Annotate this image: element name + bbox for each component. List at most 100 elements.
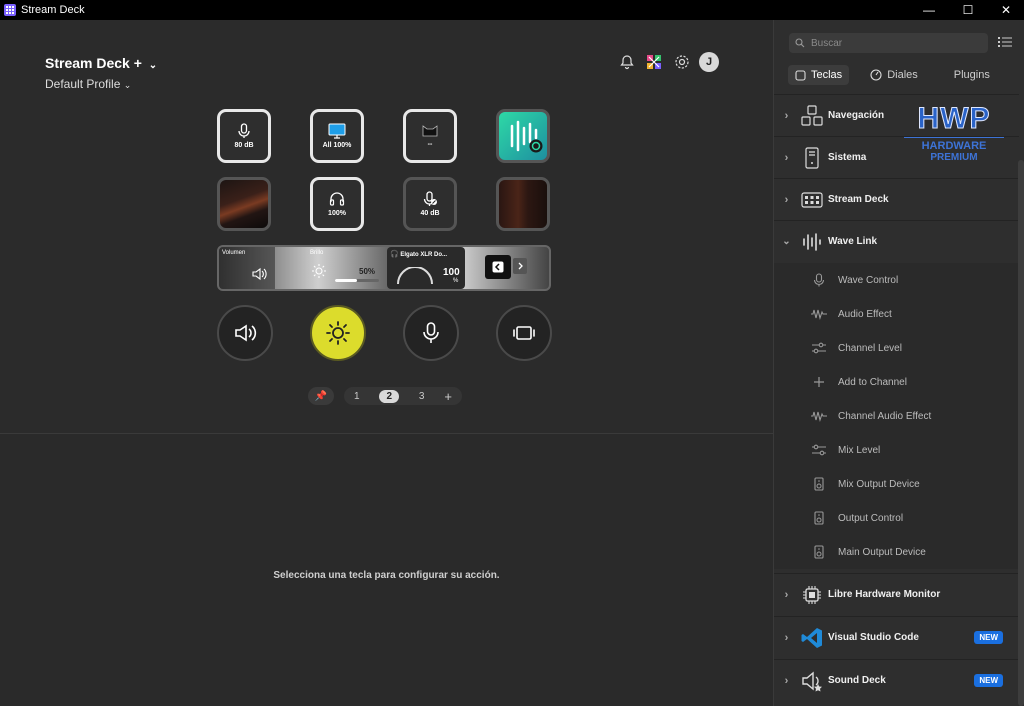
chevron-right-icon: › (784, 109, 789, 122)
key-cat[interactable]: -- (403, 109, 457, 163)
computer-icon (799, 146, 825, 169)
brightness-icon (312, 264, 326, 278)
navigation-icon (799, 104, 825, 127)
window-title: Stream Deck (21, 4, 85, 16)
action-add-to-channel[interactable]: Add to Channel (774, 365, 1019, 399)
sound-deck-icon (799, 670, 825, 692)
strip-device-value: 100 (443, 267, 460, 278)
category-label: Visual Studio Code (828, 632, 919, 643)
dial-microphone[interactable] (403, 305, 459, 361)
strip-device-segment[interactable]: 🎧 Elgato XLR Do... 100 % (387, 247, 465, 289)
chevron-right-icon: › (784, 631, 789, 644)
action-label: Wave Control (838, 274, 899, 286)
category-label: Libre Hardware Monitor (828, 589, 941, 600)
action-label: Channel Audio Effect (838, 410, 932, 422)
strip-prev-button[interactable] (485, 255, 511, 279)
action-channel-level[interactable]: Channel Level (774, 331, 1019, 365)
device-selector[interactable]: Stream Deck + ⌄ (45, 55, 157, 71)
close-button[interactable]: ✕ (988, 0, 1024, 20)
close-icon: ✕ (1000, 3, 1012, 17)
search-input[interactable]: Buscar (789, 33, 988, 53)
page-1[interactable]: 1 (354, 391, 360, 402)
headphones-icon (329, 192, 345, 206)
key-microphone-muted[interactable]: 40 dB (403, 177, 457, 231)
title-bar: Stream Deck — ☐ ✕ (0, 0, 1024, 20)
dial-screen-capture[interactable] (496, 305, 552, 361)
tab-diales[interactable]: Diales (863, 65, 925, 85)
pin-button[interactable]: 📌 (308, 387, 334, 405)
chevron-down-icon: ⌄ (123, 80, 132, 90)
category-libre-hardware-monitor[interactable]: › Libre Hardware Monitor (774, 573, 1019, 615)
brightness-icon (326, 321, 350, 345)
category-label: Sistema (828, 152, 867, 163)
gauge-icon (397, 267, 433, 285)
add-page-button[interactable]: + (444, 389, 452, 404)
strip-next-button[interactable] (513, 258, 527, 274)
user-avatar[interactable]: J (699, 52, 719, 72)
action-audio-effect[interactable]: Audio Effect (774, 297, 1019, 331)
chevron-down-icon: ⌄ (782, 236, 791, 247)
tab-label: Diales (887, 69, 918, 81)
key-monitor-brightness[interactable]: All 100% (310, 109, 364, 163)
strip-brightness-segment[interactable]: Brillo 50% (307, 247, 385, 289)
minimize-button[interactable]: — (911, 0, 947, 20)
page-2[interactable]: 2 (379, 389, 399, 403)
profile-name: Default Profile (45, 77, 121, 91)
key-image-photo[interactable] (217, 177, 271, 231)
settings-icon[interactable] (672, 52, 692, 72)
key-wave-link[interactable] (496, 109, 550, 163)
tab-plugins[interactable]: Plugins (947, 65, 997, 85)
action-label: Channel Level (838, 342, 902, 354)
sliders-icon (810, 342, 828, 354)
speaker-icon (252, 267, 267, 281)
touch-strip[interactable]: Volumen Brillo 50% 🎧 Elgato XLR Do... 10… (217, 245, 551, 291)
page-3[interactable]: 3 (419, 391, 425, 402)
dial-brightness[interactable] (310, 305, 366, 361)
action-label: Audio Effect (838, 308, 892, 320)
watermark-line3: PREMIUM (930, 152, 978, 163)
search-icon (795, 38, 805, 48)
strip-brightness-value: 50% (359, 267, 376, 276)
empty-property-hint: Selecciona una tecla para configurar su … (273, 570, 500, 581)
bell-icon[interactable] (617, 52, 637, 72)
action-mix-output-device[interactable]: Mix Output Device (774, 467, 1019, 501)
key-label: 80 dB (234, 142, 254, 149)
monitor-icon (328, 123, 346, 139)
key-image-photo[interactable] (496, 177, 550, 231)
category-wave-link[interactable]: ⌄ Wave Link (774, 220, 1019, 262)
category-sound-deck[interactable]: › Sound Deck NEW (774, 659, 1019, 701)
waveform-icon (810, 308, 828, 320)
sidebar-scrollbar[interactable] (1018, 160, 1024, 706)
action-channel-audio-effect[interactable]: Channel Audio Effect (774, 399, 1019, 433)
multiaction-icon[interactable] (644, 52, 664, 72)
vscode-icon (799, 627, 825, 649)
action-main-output-device[interactable]: Main Output Device (774, 535, 1019, 569)
new-badge: NEW (974, 674, 1003, 687)
key-headphones[interactable]: 100% (310, 177, 364, 231)
sliders-icon (810, 444, 828, 456)
device-canvas: Stream Deck + ⌄ Default Profile ⌄ J 80 d… (0, 20, 773, 434)
profile-selector[interactable]: Default Profile ⌄ (45, 77, 131, 91)
dial-volume[interactable] (217, 305, 273, 361)
maximize-button[interactable]: ☐ (950, 0, 986, 20)
key-label: 40 dB (420, 210, 440, 217)
category-label: Navegación (828, 110, 885, 121)
tab-label: Teclas (811, 69, 843, 81)
key-label: All 100% (322, 142, 352, 149)
category-label: Stream Deck (828, 194, 889, 205)
stream-deck-app-icon (4, 4, 16, 16)
main-area: Stream Deck + ⌄ Default Profile ⌄ J 80 d… (0, 20, 773, 706)
action-output-control[interactable]: Output Control (774, 501, 1019, 535)
tab-teclas[interactable]: Teclas (788, 65, 850, 85)
strip-device-label: Elgato XLR Do... (400, 252, 448, 258)
chevron-right-icon (518, 262, 523, 270)
list-view-icon[interactable] (998, 36, 1012, 48)
action-mix-level[interactable]: Mix Level (774, 433, 1019, 467)
tab-label: Plugins (953, 69, 990, 81)
key-wave-control[interactable]: 80 dB (217, 109, 271, 163)
strip-volume-segment[interactable]: Volumen (219, 247, 275, 289)
category-visual-studio-code[interactable]: › Visual Studio Code NEW (774, 616, 1019, 658)
category-stream-deck[interactable]: › Stream Deck (774, 178, 1019, 220)
microphone-icon (238, 123, 250, 138)
action-wave-control[interactable]: Wave Control (774, 263, 1019, 297)
